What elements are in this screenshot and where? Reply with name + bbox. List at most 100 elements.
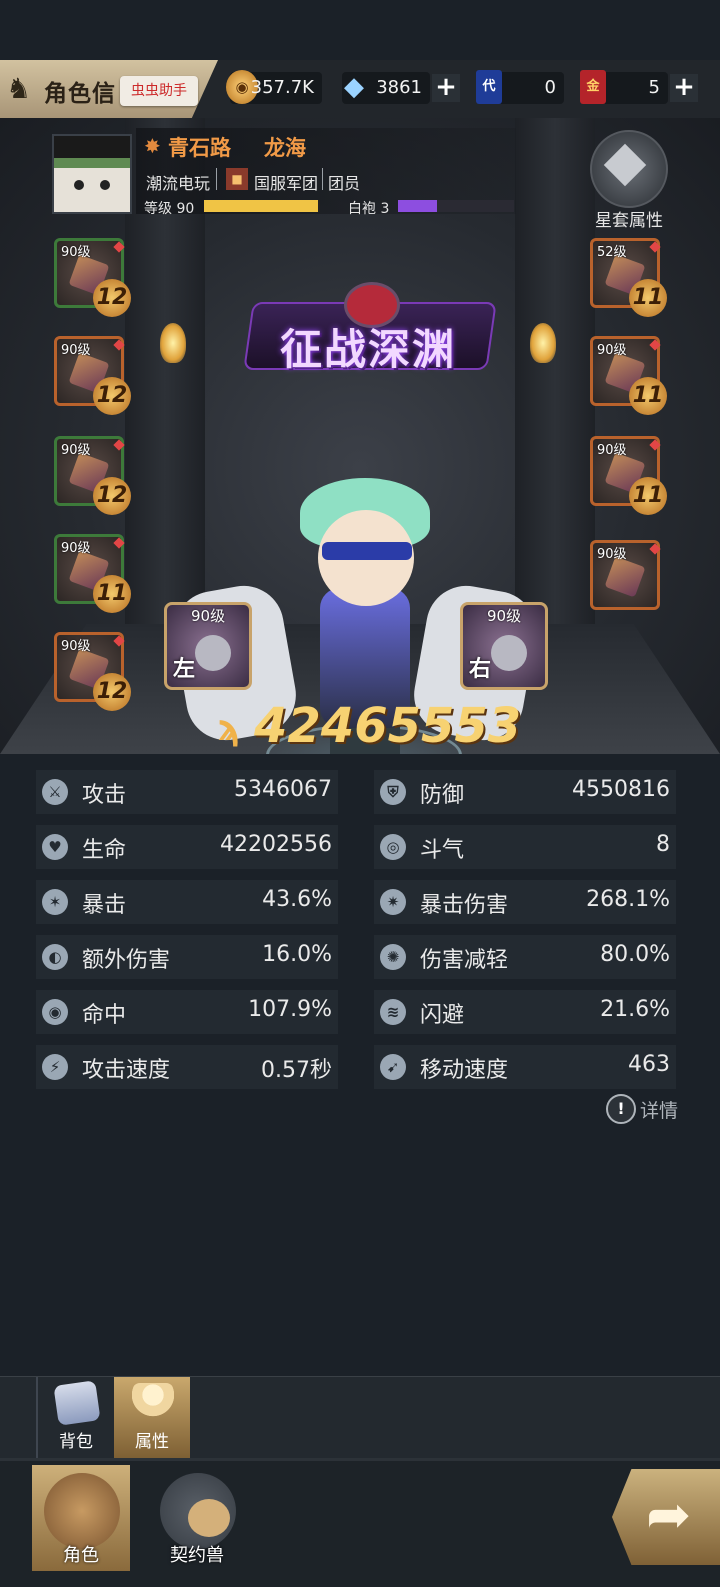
equipment-slot[interactable]: 90级 12 [54,436,131,515]
add-card-jin-button[interactable]: + [670,74,698,102]
sword-icon: ⚔ [42,779,68,805]
gem-icon [649,439,661,451]
stat-value: 80.0% [600,942,670,967]
nav-contract-beast[interactable]: 契约兽 [148,1465,246,1571]
sub-tab-bar: 背包 属性 [0,1376,720,1459]
target-icon: ◉ [42,999,68,1025]
add-crystal-button[interactable]: + [432,74,460,102]
extra-damage-icon: ◐ [42,944,68,970]
top-bar: ♞ 角色信 虫虫助手 ◉ 357.7K ◆ 3861 + 代 0 金 5 + [0,60,720,119]
gem-icon [113,241,125,253]
level-label: 等级 90 [144,201,195,217]
event-title: 征战深渊 [279,325,456,374]
equipment-level: 90级 [61,541,91,556]
detail-label: 详情 [640,1100,679,1122]
equipment-level: 90级 [61,245,91,260]
crystal-icon: ◆ [344,72,364,102]
weapon-level: 90级 [191,607,226,625]
stat-value: 463 [628,1052,670,1077]
server-emblem-icon: ✸ [144,134,161,158]
move-speed-icon: ➹ [380,1054,406,1080]
tab-backpack[interactable]: 背包 [36,1377,114,1459]
equipment-slot[interactable]: 90级 11 [590,436,667,515]
power-icon: ϡ [218,708,241,749]
stat-name: 额外伤害 [82,948,171,973]
coin-counter[interactable]: ◉ 357.7K [226,70,322,104]
nav-label: 角色 [63,1545,99,1566]
stat-name: 斗气 [420,838,465,863]
torch-light [530,323,556,363]
combat-power: ϡ 42465553 [210,698,521,754]
stat-name: 攻击速度 [82,1058,171,1083]
stat-value: 21.6% [600,997,670,1022]
stat-row: ♥ 生命 42202556 [36,825,338,869]
star-set-label: 星套属性 [595,211,663,231]
swirl-icon: ◎ [380,834,406,860]
stat-value: 43.6% [262,887,332,912]
dodge-icon: ≋ [380,999,406,1025]
detail-button[interactable]: ! 详情 [606,1094,686,1124]
nav-character[interactable]: 角色 [32,1465,130,1571]
gem-icon [113,339,125,351]
stat-value: 268.1% [586,887,670,912]
nav-label: 契约兽 [170,1545,224,1566]
star-level-badge: 11 [93,575,131,613]
crystal-counter[interactable]: ◆ 3861 + [342,72,460,104]
return-arrow-icon: ➦ [646,1483,692,1546]
stat-name: 暴击 [82,893,127,918]
equipment-slot[interactable]: 90级 [590,540,661,610]
star-set-button[interactable]: 星套属性 [584,128,674,231]
equipment-slot[interactable]: 90级 12 [54,336,131,415]
weapon-art [491,635,527,671]
star-level-badge: 12 [93,279,131,317]
backpack-icon [53,1380,101,1426]
gem-icon [113,439,125,451]
equipment-slot[interactable]: 52级 11 [590,238,667,317]
tab-attributes[interactable]: 属性 [114,1377,190,1459]
stat-row: ✺ 伤害减轻 80.0% [374,935,676,979]
stat-row: ⚡ 攻击速度 0.57秒 [36,1045,338,1089]
stat-row: ➹ 移动速度 463 [374,1045,676,1089]
equipment-slot[interactable]: 90级 12 [54,238,131,317]
player-name: 龙海 [264,136,306,160]
stat-value: 42202556 [220,832,332,857]
stat-row: ⛨ 防御 4550816 [374,770,676,814]
paw-icon [160,1473,236,1549]
stat-value: 5346067 [234,777,332,802]
weapon-slot-right[interactable]: 90级 右 [460,602,548,690]
hero-panel: ✸ 青石路 龙海 潮流电玩 ■ 国服军团 团员 等级 90 白袍 3 星套属性 … [0,118,720,754]
equipment-level: 90级 [597,343,627,358]
stat-row: ⚔ 攻击 5346067 [36,770,338,814]
card-dai-counter[interactable]: 代 0 [476,70,564,104]
gem-icon [113,537,125,549]
guild-name[interactable]: 国服军团 [254,170,318,194]
damage-reduction-icon: ✺ [380,944,406,970]
stat-value: 0.57秒 [261,1058,332,1083]
stat-name: 防御 [420,783,465,808]
weapon-side-label: 左 [173,657,196,682]
player-title: 潮流电玩 [146,174,211,193]
card-jin-counter[interactable]: 金 5 + [580,70,698,104]
person-icon [132,1383,174,1423]
equipment-slot[interactable]: 90级 12 [54,632,131,711]
event-banner[interactable]: 征战深渊 [243,282,497,382]
weapon-slot-left[interactable]: 90级 左 [164,602,252,690]
burst-icon: ✷ [380,889,406,915]
card-jin-icon: 金 [580,70,606,104]
heart-icon: ♥ [42,834,68,860]
helper-badge[interactable]: 虫虫助手 [120,76,198,106]
bottom-nav: 角色 契约兽 ➦ [0,1458,720,1587]
equipment-slot[interactable]: 90级 11 [54,534,131,613]
avatar[interactable] [52,134,132,214]
torch-light [160,323,186,363]
back-button[interactable]: ➦ [612,1469,720,1565]
crystal-value: 3861 [376,77,422,98]
equipment-slot[interactable]: 90级 11 [590,336,667,415]
stat-value: 16.0% [262,942,332,967]
page-title: 角色信 [44,81,116,107]
robe-label: 白袍 3 [348,201,390,217]
server-name: 青石路 [168,136,231,160]
guild-emblem-icon: ■ [226,168,248,190]
weapon-side-label: 右 [469,657,492,682]
guild-role: 团员 [328,174,361,193]
